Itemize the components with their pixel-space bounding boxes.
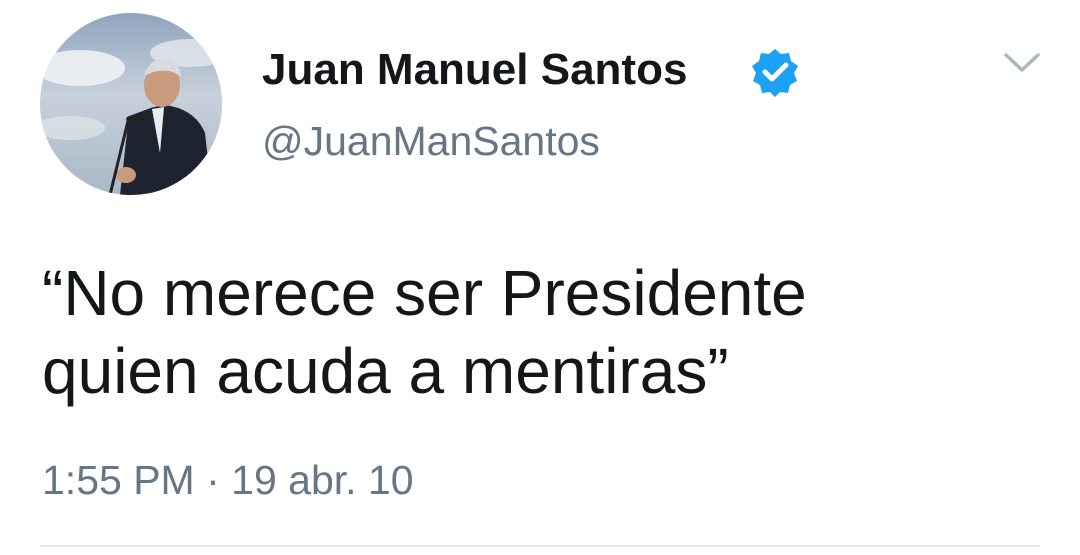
avatar[interactable] (40, 13, 222, 195)
tweet-card: Juan Manuel Santos @JuanManSantos “No me… (0, 0, 1080, 555)
divider (40, 545, 1040, 547)
verified-badge-icon (752, 49, 798, 97)
author-handle[interactable]: @JuanManSantos (262, 114, 600, 168)
timestamp-separator: · (206, 457, 220, 503)
tweet-text-line: “No merece ser Presidente (42, 257, 807, 329)
author-display-name[interactable]: Juan Manuel Santos (262, 42, 687, 98)
tweet-time: 1:55 PM (42, 457, 195, 503)
avatar-photo (40, 13, 222, 195)
tweet-date: 19 abr. 10 (231, 457, 414, 503)
tweet-timestamp[interactable]: 1:55 PM · 19 abr. 10 (42, 454, 414, 506)
tweet-text-line: quien acuda a mentiras” (42, 335, 729, 407)
tweet-text: “No merece ser Presidente quien acuda a … (42, 254, 1042, 410)
chevron-down-icon[interactable] (998, 46, 1046, 80)
